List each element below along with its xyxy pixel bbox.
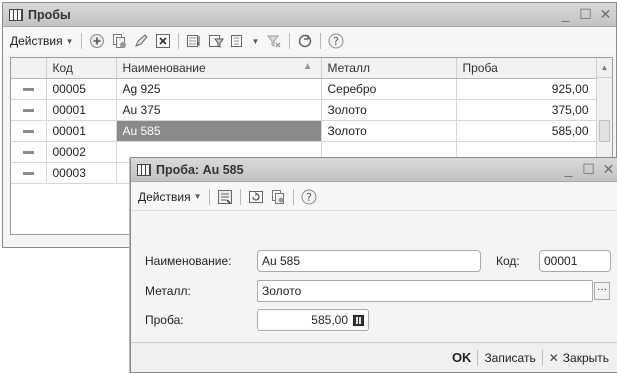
- calculator-icon[interactable]: [353, 315, 364, 326]
- toolbar-divider: [319, 33, 321, 49]
- cell-code: 00001: [46, 120, 117, 142]
- cell-assay: 925,00: [456, 78, 598, 100]
- column-header-code[interactable]: Код: [46, 58, 117, 79]
- list-toolbar: Действия ▼ ▼ ?: [3, 28, 616, 54]
- refresh-icon[interactable]: [297, 33, 313, 49]
- chevron-down-icon[interactable]: ▼: [252, 33, 260, 49]
- close-icon[interactable]: ✕: [599, 6, 612, 22]
- cell-code: 00005: [46, 78, 117, 100]
- row-marker-icon: [11, 120, 47, 142]
- scroll-thumb[interactable]: [599, 120, 610, 142]
- toolbar-divider: [292, 188, 294, 205]
- add-icon[interactable]: [89, 33, 105, 49]
- ok-button[interactable]: OK: [446, 350, 478, 365]
- toolbar-divider: [239, 188, 241, 205]
- copy-icon[interactable]: [111, 33, 127, 49]
- clear-filter-icon[interactable]: [266, 33, 282, 49]
- form-window-titlebar[interactable]: Проба: Au 585 _ ☐ ✕: [131, 158, 617, 182]
- actions-menu-label: Действия: [10, 34, 63, 48]
- column-header-name-label: Наименование: [122, 60, 206, 75]
- toolbar-divider: [288, 33, 290, 49]
- column-header-marker: [11, 58, 47, 79]
- select-metal-button[interactable]: ···: [594, 282, 610, 300]
- edit-icon[interactable]: [133, 33, 149, 49]
- toolbar-divider: [80, 33, 82, 49]
- metal-field[interactable]: Золото: [257, 280, 593, 302]
- minimize-icon[interactable]: _: [562, 161, 575, 177]
- column-header-assay[interactable]: Проба: [456, 58, 598, 79]
- toolbar-divider: [177, 33, 179, 49]
- table-icon: [9, 8, 23, 21]
- list-window-titlebar[interactable]: Пробы _ ☐ ✕: [3, 3, 616, 27]
- table-icon: [137, 163, 151, 176]
- save-and-close-icon[interactable]: [217, 189, 233, 205]
- cell-code: 00002: [46, 141, 117, 163]
- save-button[interactable]: Записать: [478, 351, 541, 365]
- actions-menu-label: Действия: [138, 189, 191, 204]
- cell-metal: Золото: [321, 120, 457, 142]
- cell-metal: Золото: [321, 99, 457, 121]
- code-label: Код:: [496, 254, 520, 268]
- delete-icon[interactable]: [155, 33, 171, 49]
- name-field[interactable]: Au 585: [257, 250, 481, 272]
- maximize-icon[interactable]: ☐: [579, 6, 592, 22]
- chevron-down-icon: ▼: [65, 36, 74, 46]
- cell-code: 00003: [46, 162, 117, 184]
- row-marker-icon: [11, 99, 47, 121]
- form-footer: OK Записать ✕ Закрыть: [131, 342, 617, 372]
- cell-code: 00001: [46, 99, 117, 121]
- sort-ascending-icon: ▲: [302, 60, 313, 72]
- form-window: Проба: Au 585 _ ☐ ✕ Действия ▼ ? Наимено…: [130, 157, 617, 373]
- form-toolbar: Действия ▼ ?: [131, 183, 617, 211]
- close-button-label: Закрыть: [562, 350, 609, 365]
- chevron-down-icon: ▼: [193, 192, 202, 201]
- toolbar-divider: [208, 188, 210, 205]
- row-marker-icon: [11, 162, 47, 184]
- table-row-selected[interactable]: 00001 Au 585 Золото 585,00: [11, 120, 598, 142]
- table-row[interactable]: 00001 Au 375 Золото 375,00: [11, 99, 598, 121]
- hierarchy-icon[interactable]: [186, 33, 202, 49]
- cell-metal: Серебро: [321, 78, 457, 100]
- column-header-metal[interactable]: Металл: [321, 58, 457, 79]
- help-icon[interactable]: ?: [301, 189, 317, 205]
- table-row[interactable]: 00005 Ag 925 Серебро 925,00: [11, 78, 598, 100]
- close-icon[interactable]: ✕: [602, 161, 615, 177]
- actions-menu[interactable]: Действия ▼: [135, 188, 205, 206]
- close-icon: ✕: [548, 350, 559, 365]
- minimize-icon[interactable]: _: [559, 6, 572, 22]
- cell-name: Au 375: [116, 99, 322, 121]
- assay-label: Проба:: [145, 313, 184, 327]
- filter-icon[interactable]: [208, 33, 224, 49]
- code-field[interactable]: 00001: [539, 250, 611, 272]
- name-label: Наименование:: [145, 254, 232, 268]
- cell-name: Au 585: [116, 120, 322, 142]
- svg-text:?: ?: [333, 35, 339, 48]
- form-window-title: Проба: Au 585: [156, 162, 244, 177]
- reload-icon[interactable]: [248, 189, 264, 205]
- close-button[interactable]: ✕ Закрыть: [543, 351, 615, 365]
- cell-assay: 585,00: [456, 120, 598, 142]
- cell-assay: 375,00: [456, 99, 598, 121]
- maximize-icon[interactable]: ☐: [582, 161, 595, 177]
- help-icon[interactable]: ?: [328, 33, 344, 49]
- copy-icon[interactable]: [270, 189, 286, 205]
- row-marker-icon: [11, 78, 47, 100]
- table-header-row: Код Наименование ▲ Металл Проба: [11, 58, 598, 79]
- column-header-name[interactable]: Наименование ▲: [116, 58, 322, 79]
- metal-label: Металл:: [145, 284, 191, 298]
- list-window-title: Пробы: [28, 7, 71, 22]
- row-marker-icon: [11, 141, 47, 163]
- filter-settings-icon[interactable]: [230, 33, 246, 49]
- cell-name: Ag 925: [116, 78, 322, 100]
- actions-menu[interactable]: Действия ▼: [7, 32, 77, 50]
- svg-text:?: ?: [306, 191, 312, 204]
- scroll-up-icon[interactable]: ▲: [597, 58, 612, 78]
